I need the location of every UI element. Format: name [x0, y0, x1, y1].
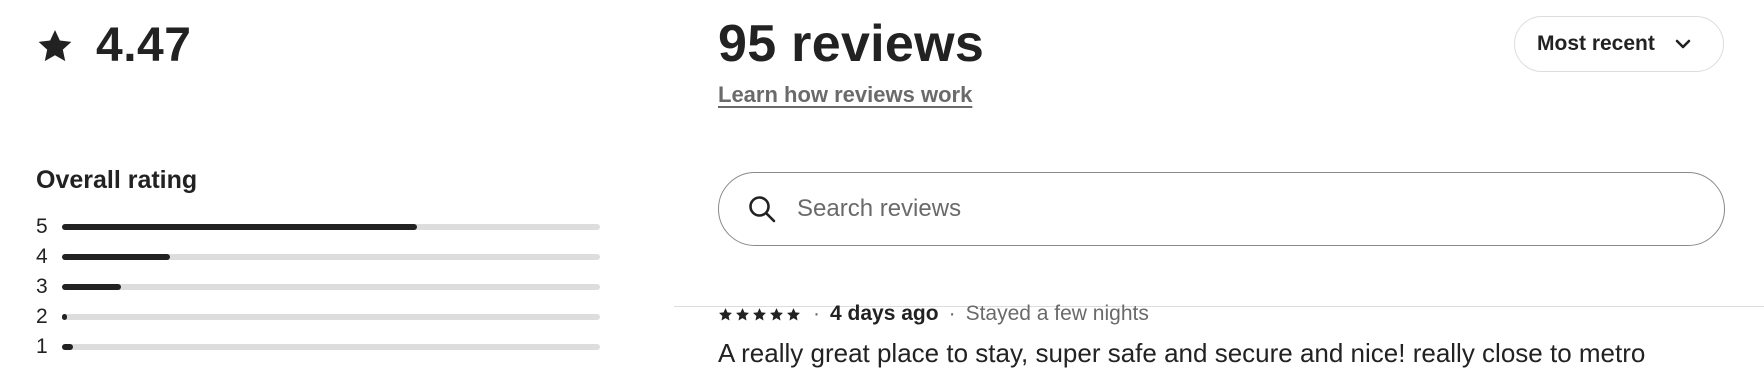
review-text: A really great place to stay, super safe… [718, 338, 1646, 368]
distribution-star-label: 1 [36, 335, 48, 358]
distribution-bar-fill [62, 284, 122, 290]
review-stay-length: Stayed a few nights [965, 302, 1149, 325]
star-icon [753, 307, 766, 320]
distribution-bar-track [62, 254, 600, 260]
search-reviews-input[interactable] [795, 194, 1699, 224]
review-date: 4 days ago [830, 302, 939, 325]
review-star-rating [718, 307, 803, 322]
meta-separator: · [948, 302, 956, 325]
star-icon [719, 307, 732, 320]
distribution-bar-fill [62, 314, 68, 320]
rating-summary: 4.47 Overall rating 5 4 3 2 1 [36, 0, 606, 377]
distribution-row: 4 [36, 242, 600, 272]
star-icon [787, 307, 800, 320]
distribution-row: 5 [36, 212, 600, 242]
average-rating: 4.47 [96, 19, 192, 72]
review-meta: · 4 days ago · Stayed a few nights [718, 298, 1149, 330]
star-icon [770, 307, 783, 320]
overall-rating-label: Overall rating [36, 166, 198, 194]
chevron-down-icon [1675, 39, 1691, 49]
sort-dropdown[interactable]: Most recent [1514, 16, 1724, 72]
meta-separator: · [813, 302, 820, 325]
sort-dropdown-label: Most recent [1537, 32, 1655, 55]
distribution-star-label: 3 [36, 275, 48, 298]
search-icon [749, 196, 776, 223]
distribution-star-label: 2 [36, 305, 48, 328]
rating-distribution: 5 4 3 2 1 [36, 212, 600, 362]
distribution-bar-fill [62, 224, 418, 230]
distribution-bar-track [62, 224, 600, 230]
distribution-bar-track [62, 344, 600, 350]
distribution-bar-track [62, 284, 600, 290]
distribution-bar-track [62, 314, 600, 320]
distribution-star-label: 5 [36, 215, 48, 238]
search-reviews-box[interactable] [718, 172, 1725, 246]
star-icon [38, 29, 72, 62]
distribution-row: 2 [36, 302, 600, 332]
distribution-bar-fill [62, 254, 170, 260]
review-count-heading: 95 reviews [718, 15, 985, 73]
learn-how-reviews-work-link[interactable]: Learn how reviews work [718, 82, 972, 108]
distribution-row: 1 [36, 332, 600, 362]
distribution-star-label: 4 [36, 245, 48, 268]
distribution-bar-fill [62, 344, 73, 350]
distribution-row: 3 [36, 272, 600, 302]
rating-header: 4.47 [36, 20, 191, 72]
star-icon [736, 307, 749, 320]
